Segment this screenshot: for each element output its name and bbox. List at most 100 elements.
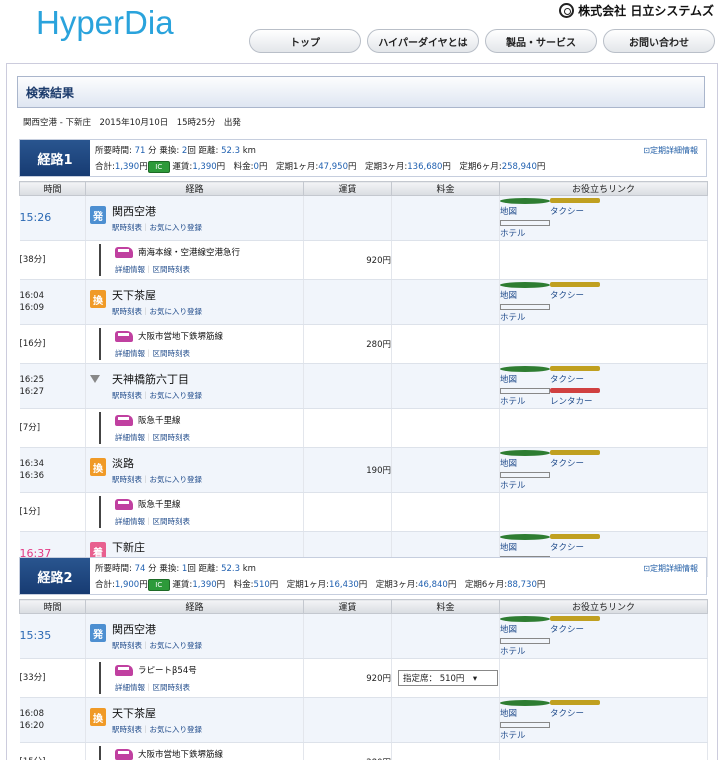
useful-links-cell: 地図 タクシー ホテル レンタカー [499,363,708,409]
useful-link[interactable]: タクシー [550,280,600,302]
useful-links-cell [499,492,708,532]
useful-link[interactable]: 地図 [500,196,550,218]
charge-cell [391,613,500,659]
useful-link[interactable]: 地図 [500,532,550,554]
taxi-icon [550,366,600,371]
station-name[interactable]: 淡路 [112,455,202,471]
summary-label: 円 定期3ヶ月: [347,162,408,172]
line-name[interactable]: 南海本線・空港線空港急行 [115,246,240,258]
ic-card-icon: IC [147,578,170,591]
useful-link[interactable]: ホテル [500,302,550,324]
useful-link[interactable]: タクシー [550,364,600,386]
useful-link[interactable]: 地図 [500,364,550,386]
fare-cell: 280円 [303,324,392,364]
station-link[interactable]: 駅時刻表 [112,223,142,232]
time-cell: [16分] [19,324,86,364]
charge-cell [391,279,500,325]
line-name[interactable]: ラピートβ54号 [115,664,197,676]
station-link[interactable]: 駅時刻表 [112,307,142,316]
station-link[interactable]: お気に入り登録 [142,307,202,316]
segment-link[interactable]: 区間時刻表 [145,265,190,274]
station-link[interactable]: 駅時刻表 [112,475,142,484]
useful-link[interactable]: 地図 [500,448,550,470]
useful-link[interactable]: タクシー [550,196,600,218]
results-title: 検索結果 [17,76,705,108]
segment-link[interactable]: 詳細情報 [115,433,145,442]
line-label[interactable]: 阪急千里線 [138,500,181,510]
taxi-icon [550,700,600,705]
station-name[interactable]: 関西空港 [112,621,202,637]
line-label[interactable]: ラピートβ54号 [138,666,197,676]
station-link[interactable]: お気に入り登録 [142,223,202,232]
segment-link[interactable]: 区間時刻表 [145,433,190,442]
useful-link[interactable]: タクシー [550,698,600,720]
station-name[interactable]: 天神橋筋六丁目 [112,371,202,387]
useful-link[interactable]: 地図 [500,698,550,720]
segment-link[interactable]: 詳細情報 [115,349,145,358]
summary-label: 所要時間: [95,564,132,574]
useful-links-cell: 地図タクシーホテル [499,697,708,743]
route-summary-line2: 合計:1,390円 IC 運賃:1,390円 料金:0円 定期1ヶ月:47,950… [95,160,545,173]
hyperdia-logo[interactable]: HyperDia [36,4,174,42]
hotel-icon [500,303,550,310]
useful-link[interactable]: 地図 [500,614,550,636]
time-cell: 16:34 16:36 [19,447,86,493]
useful-link[interactable]: ホテル [500,386,550,408]
nav-about[interactable]: ハイパーダイヤとは [367,29,479,53]
useful-link[interactable]: タクシー [550,614,600,636]
station-name[interactable]: 下新庄 [112,539,165,555]
seat-select[interactable]: 指定席： 510円 ▾ [398,670,498,686]
charge-cell: 指定席： 510円 ▾ [391,658,500,698]
line-name[interactable]: 大阪市営地下鉄堺筋線 [115,748,223,760]
line-name[interactable]: 阪急千里線 [115,498,190,510]
station-link[interactable]: お気に入り登録 [142,391,202,400]
line-label[interactable]: 大阪市営地下鉄堺筋線 [138,750,223,760]
station-time: 15:26 [19,211,52,224]
segment-link[interactable]: 区間時刻表 [145,517,190,526]
useful-link[interactable]: レンタカー [550,386,600,408]
segment-link[interactable]: 区間時刻表 [145,349,190,358]
line-label[interactable]: 南海本線・空港線空港急行 [138,248,240,258]
station-link[interactable]: 駅時刻表 [112,725,142,734]
useful-link[interactable]: タクシー [550,448,600,470]
station-link[interactable]: お気に入り登録 [142,641,202,650]
departure-time: 16:36 [19,471,45,481]
nav-products[interactable]: 製品・サービス [485,29,597,53]
station-links: 駅時刻表お気に入り登録 [112,306,202,317]
ic-card-icon: IC [147,160,170,173]
station-link[interactable]: お気に入り登録 [142,725,202,734]
station-name[interactable]: 関西空港 [112,203,202,219]
nav-contact[interactable]: お問い合わせ [603,29,715,53]
departure-time: 16:27 [19,387,45,397]
useful-link[interactable]: ホテル [500,470,550,492]
line-name[interactable]: 阪急千里線 [115,414,190,426]
useful-link[interactable]: タクシー [550,532,600,554]
commuter-detail-link[interactable]: ⊡定期詳細情報 [643,563,698,574]
train-icon [115,414,133,426]
station-link[interactable]: 駅時刻表 [112,391,142,400]
segment-link[interactable]: 詳細情報 [115,265,145,274]
route-cell: 大阪市営地下鉄堺筋線詳細情報区間時刻表 [85,324,304,364]
nav-top[interactable]: トップ [249,29,361,53]
commuter-detail-link[interactable]: ⊡定期詳細情報 [643,145,698,156]
line-label[interactable]: 大阪市営地下鉄堺筋線 [138,332,223,342]
summary-value: 1,390 [114,162,140,172]
station-link[interactable]: 駅時刻表 [112,641,142,650]
segment-link[interactable]: 区間時刻表 [145,683,190,692]
line-name[interactable]: 大阪市営地下鉄堺筋線 [115,330,223,342]
segment-link[interactable]: 詳細情報 [115,683,145,692]
segment-row: [38分]南海本線・空港線空港急行詳細情報区間時刻表920円 [19,240,708,280]
useful-link[interactable]: ホテル [500,636,550,658]
departure-time: 16:09 [19,303,45,313]
segment-link[interactable]: 詳細情報 [115,517,145,526]
useful-link[interactable]: ホテル [500,218,550,240]
station-name[interactable]: 天下茶屋 [112,705,202,721]
station-name[interactable]: 天下茶屋 [112,287,202,303]
empty [550,470,600,492]
time-cell: [7分] [19,408,86,448]
station-link[interactable]: お気に入り登録 [142,475,202,484]
line-label[interactable]: 阪急千里線 [138,416,181,426]
useful-link[interactable]: 地図 [500,280,550,302]
route-summary: 経路2 所要時間: 74 分 乗換: 1回 距離: 52.3 km 合計:1,900… [19,557,707,595]
useful-link[interactable]: ホテル [500,720,550,742]
